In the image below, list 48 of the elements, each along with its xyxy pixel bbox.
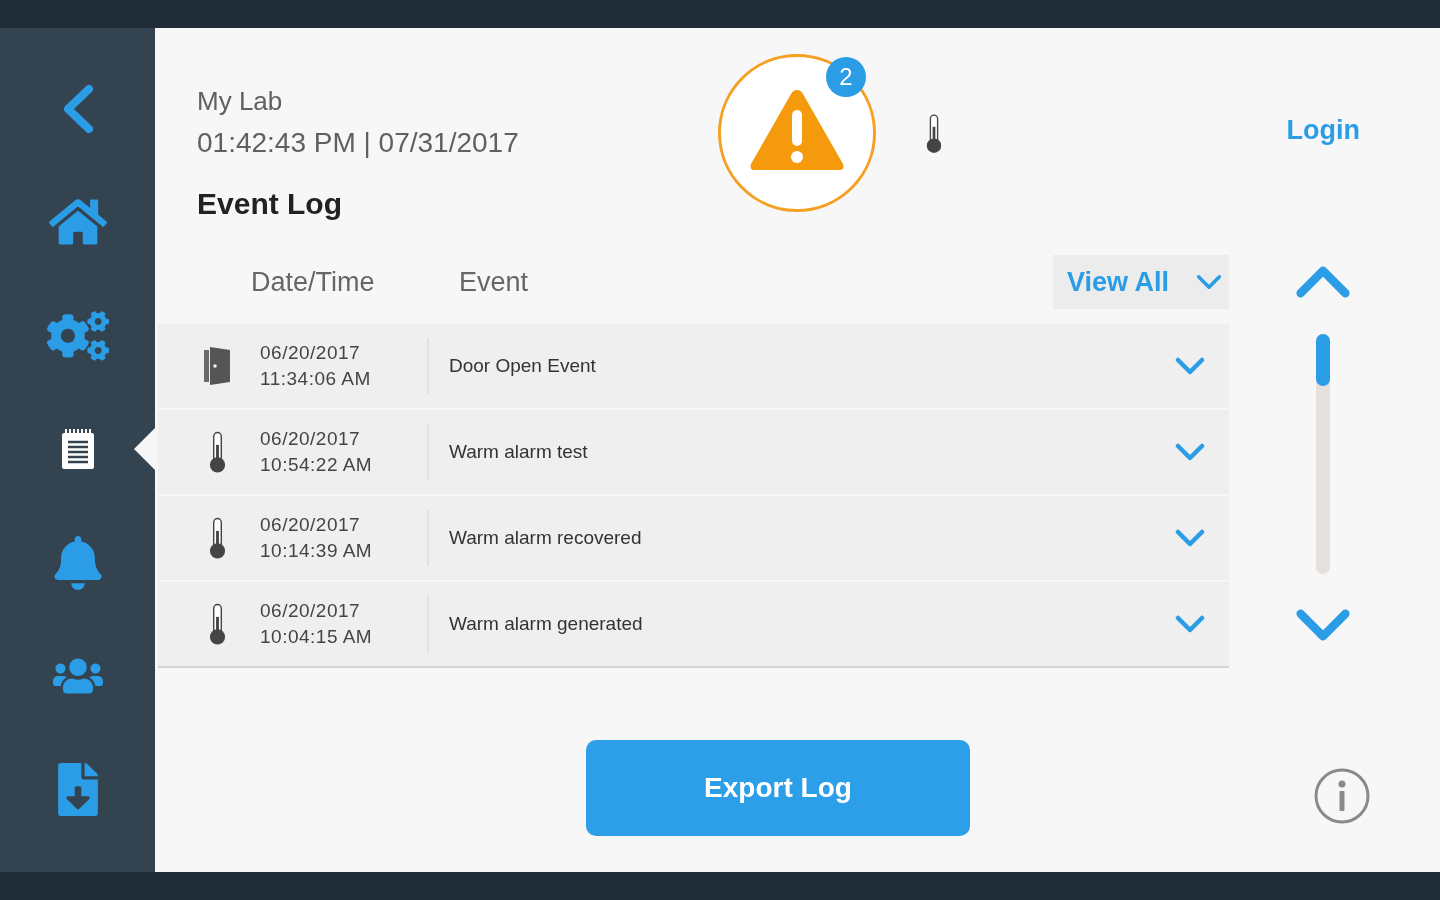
current-datetime: 01:42:43 PM | 07/31/2017 bbox=[197, 126, 519, 160]
chevron-up-icon bbox=[1295, 265, 1351, 299]
event-date: 06/20/2017 bbox=[260, 599, 361, 623]
chevron-down-icon bbox=[1295, 608, 1351, 642]
expand-button[interactable] bbox=[1175, 615, 1205, 633]
expand-button[interactable] bbox=[1175, 357, 1205, 375]
expand-button[interactable] bbox=[1175, 529, 1205, 547]
bell-icon bbox=[53, 535, 102, 590]
event-time: 10:04:15 AM bbox=[260, 625, 373, 649]
chevron-icon bbox=[1175, 357, 1205, 375]
thermometer-icon bbox=[207, 602, 227, 646]
chevron-icon bbox=[1175, 529, 1205, 547]
users-icon bbox=[52, 656, 103, 697]
file-download-icon bbox=[57, 763, 98, 817]
door-icon bbox=[203, 346, 231, 386]
column-header: Event bbox=[459, 266, 529, 298]
chevron-icon bbox=[1175, 443, 1205, 461]
event-description: Warm alarm test bbox=[449, 440, 588, 464]
expand-button[interactable] bbox=[1175, 443, 1205, 461]
notepad-icon bbox=[60, 428, 95, 471]
alert-count: 2 bbox=[826, 57, 866, 97]
event-time: 10:14:39 AM bbox=[260, 539, 373, 563]
event-date: 06/20/2017 bbox=[260, 341, 361, 365]
alert-button[interactable]: 2 bbox=[718, 54, 876, 212]
event-description: Warm alarm generated bbox=[449, 612, 643, 636]
column-header: Date/Time bbox=[251, 266, 375, 298]
scroll-up-button[interactable] bbox=[1295, 265, 1351, 299]
event-date: 06/20/2017 bbox=[260, 513, 361, 537]
event-date: 06/20/2017 bbox=[260, 427, 361, 451]
event-time: 10:54:22 AM bbox=[260, 453, 373, 477]
caret-icon bbox=[1196, 274, 1222, 290]
filter-dropdown[interactable]: View All bbox=[1053, 255, 1229, 309]
chevron-icon bbox=[1175, 615, 1205, 633]
event-description: Warm alarm recovered bbox=[449, 526, 642, 550]
login-link[interactable]: Login bbox=[1286, 114, 1360, 146]
thermometer-icon bbox=[925, 112, 943, 156]
export-log-button[interactable]: Export Log bbox=[586, 740, 970, 836]
thermometer-icon bbox=[207, 430, 227, 474]
gears-icon bbox=[46, 310, 109, 361]
thermometer-icon bbox=[207, 516, 227, 560]
scrollbar-thumb[interactable] bbox=[1316, 334, 1330, 386]
scroll-down-button[interactable] bbox=[1295, 608, 1351, 642]
event-description: Door Open Event bbox=[449, 354, 596, 378]
location-name: My Lab bbox=[197, 85, 283, 118]
info-icon[interactable] bbox=[1314, 768, 1370, 824]
sidebar-nav-button[interactable] bbox=[60, 428, 95, 471]
page-title: Event Log bbox=[197, 186, 342, 222]
event-time: 11:34:06 AM bbox=[260, 367, 371, 391]
